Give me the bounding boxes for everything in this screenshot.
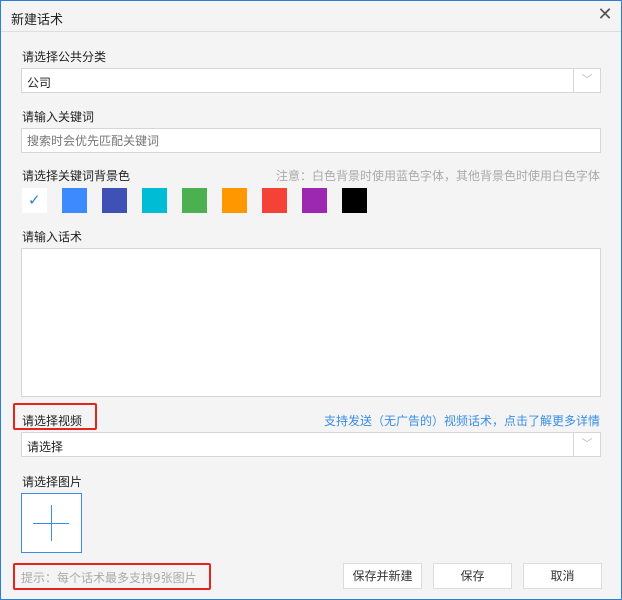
color-swatch[interactable]: [262, 188, 287, 213]
check-icon: ✓: [28, 191, 41, 209]
dialog-title: 新建话术: [11, 13, 64, 28]
close-icon[interactable]: ✕: [595, 5, 615, 25]
video-value: 请选择: [27, 440, 64, 454]
add-image-button[interactable]: [21, 493, 82, 553]
color-swatch[interactable]: [102, 188, 127, 213]
color-swatch[interactable]: [62, 188, 87, 213]
keyword-input[interactable]: [21, 128, 601, 153]
color-swatch[interactable]: [302, 188, 327, 213]
save-button[interactable]: 保存: [433, 563, 512, 589]
cancel-button[interactable]: 取消: [523, 563, 602, 589]
video-select[interactable]: 请选择 ﹀: [21, 432, 601, 457]
video-info-link[interactable]: 支持发送（无广告的）视频话术，点击了解更多详情: [324, 412, 600, 429]
plus-icon: [51, 505, 52, 541]
image-limit-hint: 提示：每个话术最多支持9张图片: [21, 571, 197, 585]
chevron-down-icon[interactable]: ﹀: [573, 69, 600, 92]
bg-color-note: 注意：白色背景时使用蓝色字体，其他背景色时使用白色字体: [275, 169, 600, 183]
category-select[interactable]: 公司 ﹀: [21, 68, 601, 93]
script-label: 请输入话术: [22, 230, 83, 244]
video-label: 请选择视频: [22, 414, 83, 428]
color-swatch[interactable]: [222, 188, 247, 213]
color-swatch[interactable]: [142, 188, 167, 213]
title-bar: 新建话术 ✕: [1, 1, 621, 32]
color-swatch[interactable]: ✓: [22, 188, 47, 213]
chevron-down-icon[interactable]: ﹀: [573, 433, 600, 456]
keyword-label: 请输入关键词: [22, 110, 95, 124]
category-label: 请选择公共分类: [22, 50, 107, 64]
category-value: 公司: [27, 76, 52, 90]
image-label: 请选择图片: [22, 475, 83, 489]
color-swatch[interactable]: [342, 188, 367, 213]
new-script-dialog: 新建话术 ✕ 请选择公共分类 公司 ﹀ 请输入关键词 请选择关键词背景色 注意：…: [0, 0, 622, 600]
color-swatch[interactable]: [182, 188, 207, 213]
bg-color-label: 请选择关键词背景色: [22, 169, 131, 183]
script-textarea[interactable]: [21, 248, 601, 397]
save-and-new-button[interactable]: 保存并新建: [343, 563, 422, 589]
